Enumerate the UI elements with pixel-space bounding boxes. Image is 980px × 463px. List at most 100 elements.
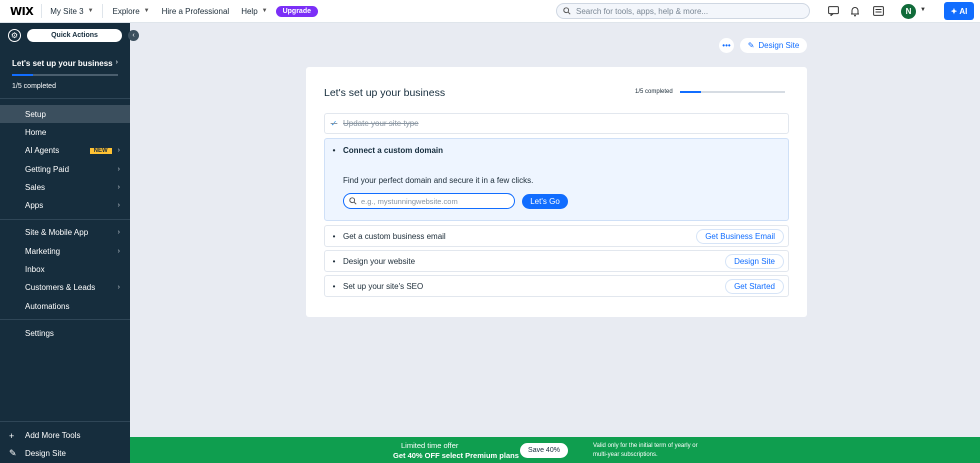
sidebar-item-ai-agents[interactable]: AI Agents NEW ›	[0, 142, 130, 160]
quick-actions-button[interactable]: Quick Actions	[27, 28, 122, 42]
save-40-button[interactable]: Save 40%	[520, 443, 568, 458]
explore-label: Explore	[112, 6, 140, 16]
domain-search-input[interactable]: e.g., mystunningwebsite.com	[343, 193, 515, 209]
task-label: Set up your site's SEO	[343, 281, 424, 291]
task-domain[interactable]: • Connect a custom domain Find your perf…	[324, 138, 789, 221]
domain-placeholder: e.g., mystunningwebsite.com	[361, 196, 458, 206]
design-site-label: Design Site	[25, 449, 66, 459]
sidebar-item-site-mobile-app[interactable]: Site & Mobile App ›	[0, 224, 130, 242]
ai-label: AI	[959, 6, 968, 16]
setup-progress-fill	[12, 74, 34, 76]
sidebar-item-label: Sales	[25, 182, 46, 192]
setup-title: Let's set up your business	[12, 59, 113, 68]
sidebar-item-getting-paid[interactable]: Getting Paid ›	[0, 160, 130, 178]
hire-professional-link[interactable]: Hire a Professional	[162, 7, 230, 16]
sidebar-item-label: Setup	[25, 109, 46, 119]
promo-line1: Limited time offer	[401, 441, 459, 450]
site-switcher[interactable]: My Site 3 ▼	[50, 7, 93, 16]
search-icon	[349, 197, 357, 205]
card-progress-text: 1/5 completed	[635, 89, 673, 95]
top-bar: WIX My Site 3 ▼ Explore ▼ Hire a Profess…	[0, 0, 980, 23]
card-title: Let's set up your business	[324, 87, 446, 99]
sidebar-item-apps[interactable]: Apps ›	[0, 196, 130, 214]
pencil-icon: ✎	[747, 41, 755, 50]
collapse-sidebar-icon[interactable]: ‹	[128, 30, 139, 41]
more-actions-icon[interactable]: •••	[719, 38, 734, 53]
sidebar-item-marketing[interactable]: Marketing ›	[0, 242, 130, 260]
wix-logo[interactable]: WIX	[10, 5, 34, 18]
chevron-down-icon[interactable]: ▼	[920, 7, 926, 13]
divider	[0, 319, 130, 321]
inbox-icon[interactable]	[872, 5, 884, 17]
task-label: Design your website	[343, 256, 416, 266]
chevron-right-icon: ›	[117, 284, 120, 292]
chevron-down-icon: ▼	[143, 8, 150, 14]
chevron-right-icon: ›	[117, 202, 120, 210]
sparkle-icon: ✦	[950, 6, 958, 16]
sidebar-item-label: Customers & Leads	[25, 283, 96, 293]
bullet-icon: •	[332, 256, 336, 266]
avatar[interactable]: N	[901, 4, 916, 19]
bell-icon[interactable]	[849, 5, 861, 17]
setup-progress-block[interactable]: Let's set up your business › 1/5 complet…	[0, 47, 130, 99]
chevron-down-icon: ▼	[87, 8, 94, 14]
get-business-email-button[interactable]: Get Business Email	[696, 229, 784, 244]
sidebar-footer: + Add More Tools ✎ Design Site	[0, 421, 130, 463]
sidebar-item-settings[interactable]: Settings	[0, 324, 130, 342]
chat-icon[interactable]	[827, 5, 839, 17]
explore-menu[interactable]: Explore ▼	[113, 7, 150, 16]
ai-assistant-button[interactable]: ✦ AI	[944, 2, 974, 20]
search-icon	[563, 7, 571, 15]
setup-progress-bar	[12, 74, 118, 76]
promo-note: Valid only for the initial term of yearl…	[593, 442, 698, 459]
task-site-type[interactable]: ✓ Update your site type	[324, 113, 789, 134]
help-menu[interactable]: Help ▼	[241, 7, 267, 16]
get-started-button[interactable]: Get Started	[725, 279, 784, 294]
task-design-website[interactable]: • Design your website Design Site	[324, 250, 789, 272]
design-site-label: Design Site	[758, 41, 800, 50]
sidebar-item-automations[interactable]: Automations	[0, 297, 130, 315]
divider	[0, 218, 130, 220]
sidebar-item-label: Inbox	[25, 265, 45, 275]
upgrade-button[interactable]: Upgrade	[275, 5, 318, 17]
sidebar-item-label: Marketing	[25, 246, 61, 256]
setup-count: 1/5 completed	[12, 83, 56, 90]
promo-text: Limited time offer Get 40% OFF select Pr…	[393, 441, 519, 461]
help-label: Help	[241, 6, 258, 16]
divider	[41, 4, 43, 18]
task-seo[interactable]: • Set up your site's SEO Get Started	[324, 275, 789, 297]
search-placeholder: Search for tools, apps, help & more...	[576, 6, 709, 16]
sidebar-header: ⚙ Quick Actions	[0, 23, 130, 47]
search-input[interactable]: Search for tools, apps, help & more...	[556, 3, 810, 19]
sidebar-item-label: Site & Mobile App	[25, 228, 89, 238]
sidebar-item-home[interactable]: Home	[0, 123, 130, 141]
promo-banner: Limited time offer Get 40% OFF select Pr…	[130, 437, 980, 463]
chevron-right-icon: ›	[117, 147, 120, 155]
divider	[101, 4, 103, 18]
design-site-button[interactable]: ✎ Design Site	[740, 38, 807, 53]
setup-card: Let's set up your business 1/5 completed…	[306, 67, 807, 317]
sidebar-item-customers-leads[interactable]: Customers & Leads ›	[0, 279, 130, 297]
sidebar-item-label: Automations	[25, 301, 70, 311]
sidebar-item-setup[interactable]: Setup	[0, 105, 130, 124]
sidebar-item-label: Home	[25, 127, 47, 137]
pencil-icon: ✎	[9, 448, 17, 459]
sidebar-item-inbox[interactable]: Inbox	[0, 260, 130, 278]
chevron-right-icon: ›	[117, 229, 120, 237]
lets-go-button[interactable]: Let's Go	[522, 194, 568, 209]
settings-icon[interactable]: ⚙	[8, 28, 21, 42]
promo-note-line2: multi-year subscriptions.	[593, 451, 658, 458]
add-tools-label: Add More Tools	[25, 431, 81, 441]
sidebar-item-sales[interactable]: Sales ›	[0, 178, 130, 196]
chevron-right-icon: ›	[117, 247, 120, 255]
sidebar: ⚙ Quick Actions Let's set up your busine…	[0, 23, 130, 463]
sidebar-item-label: Getting Paid	[25, 164, 70, 174]
chevron-down-icon: ▼	[261, 8, 268, 14]
design-site-sidebar-button[interactable]: ✎ Design Site	[0, 445, 130, 463]
sidebar-nav: Setup Home AI Agents NEW › Getting Paid ›…	[0, 105, 130, 343]
chevron-right-icon: ›	[117, 183, 120, 191]
design-site-task-button[interactable]: Design Site	[725, 254, 784, 269]
task-business-email[interactable]: • Get a custom business email Get Busine…	[324, 225, 789, 247]
add-more-tools-button[interactable]: + Add More Tools	[0, 426, 130, 444]
site-name: My Site 3	[50, 6, 84, 16]
